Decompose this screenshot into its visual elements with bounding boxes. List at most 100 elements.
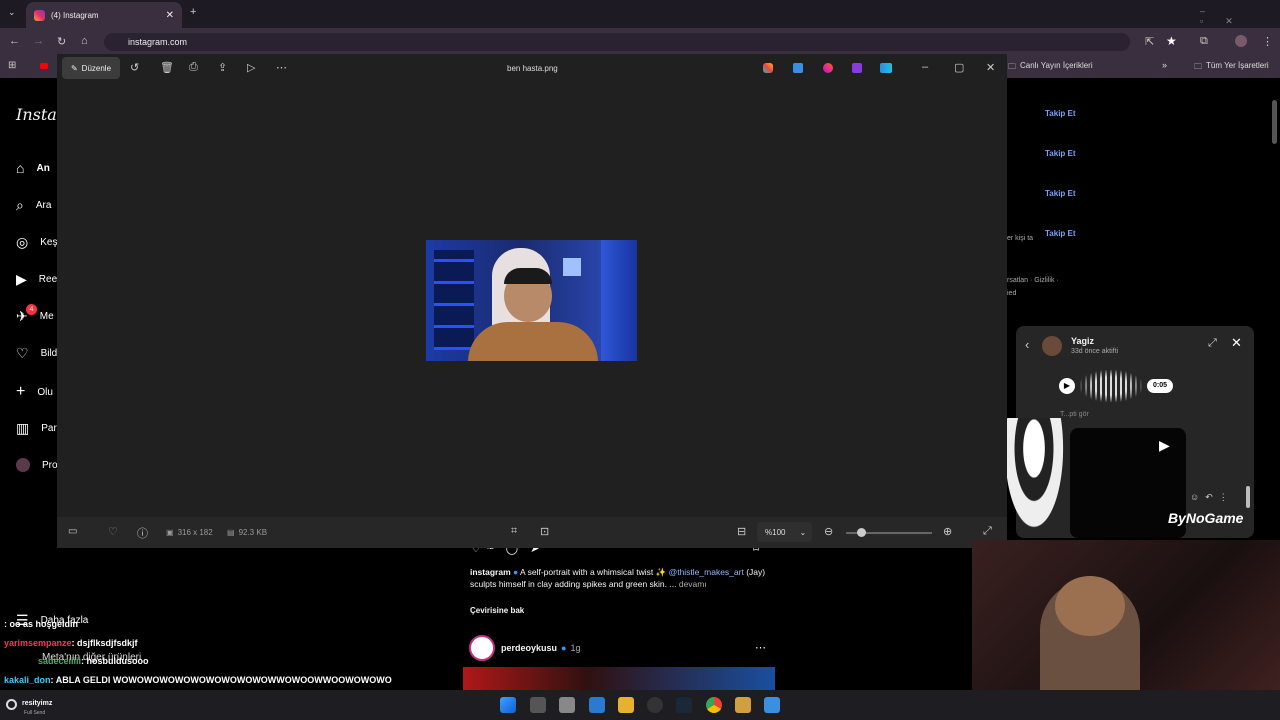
message-actions[interactable]: ☺↶⋮ (1190, 492, 1234, 503)
back-arrow-icon[interactable]: ‹ (1025, 337, 1029, 352)
image-hair (504, 268, 552, 284)
fullscreen-icon[interactable]: ⤢ (983, 525, 992, 538)
follow-button[interactable]: Takip Et (1045, 149, 1076, 158)
post-username[interactable]: perdeoykusu (501, 643, 557, 653)
bookmark-item-live[interactable]: 🗀 Canlı Yayın İçerikleri (1008, 61, 1093, 75)
windows-taskbar (0, 690, 1280, 720)
stream-brand-logo: ByNoGame (1168, 510, 1244, 526)
chrome-icon[interactable] (706, 697, 722, 713)
nav-label: Keş (40, 237, 58, 248)
caption-account[interactable]: instagram (470, 567, 511, 577)
nav-search[interactable]: ⌕ Ara (16, 197, 51, 214)
youtube-bookmark-icon[interactable] (40, 63, 48, 69)
bookmark-star-icon[interactable]: ★ (1166, 34, 1177, 48)
photos-app-icon[interactable] (589, 697, 605, 713)
follow-button[interactable]: Takip Et (1045, 109, 1076, 118)
zoom-select[interactable]: %100 ⌄ (757, 522, 812, 542)
nav-dashboard[interactable]: ▥ Par (16, 420, 57, 437)
install-app-icon[interactable]: ⇱ (1145, 35, 1154, 48)
zoom-slider-thumb[interactable] (857, 528, 866, 537)
zoom-in-icon[interactable]: ⊕ (943, 525, 952, 538)
caption-more[interactable]: devamı (679, 579, 707, 589)
delete-icon[interactable]: 🗑 (160, 61, 174, 74)
browser-menu-icon[interactable]: ⋮ (1262, 35, 1273, 48)
stream-chat-message: sadeceiiiii: hosbuldusooo (38, 656, 149, 666)
minimize-icon[interactable]: – (922, 61, 928, 73)
paint-icon[interactable] (793, 63, 803, 73)
copilot-icon[interactable] (763, 63, 773, 73)
footer-links[interactable]: rsatlan · Gizlilik · (1007, 277, 1059, 284)
more-options-icon[interactable]: ⋯ (276, 61, 287, 74)
post-options-icon[interactable]: ⋯ (755, 641, 766, 654)
obs-icon[interactable] (647, 697, 663, 713)
avatar[interactable] (469, 635, 495, 661)
info-icon[interactable]: ⓘ (137, 525, 148, 541)
reload-icon[interactable]: ↻ (57, 35, 66, 48)
file-explorer-icon[interactable] (618, 697, 634, 713)
favorite-heart-icon[interactable]: ♡ (108, 525, 118, 538)
edit-button[interactable]: ✎ Düzenle (62, 57, 120, 79)
visual-search-icon[interactable]: ⌗ (511, 525, 517, 538)
zoom-out-icon[interactable]: ⊖ (824, 525, 833, 538)
extensions-icon[interactable]: ⧉ (1200, 35, 1208, 48)
slideshow-icon[interactable]: ▷ (247, 61, 255, 74)
close-tab-icon[interactable]: ✕ (166, 10, 174, 21)
apps-grid-icon[interactable]: ⊞ (8, 60, 16, 71)
paint-app-icon[interactable] (764, 697, 780, 713)
close-window-icon[interactable]: ✕ (986, 61, 995, 74)
page-scrollbar[interactable] (1272, 100, 1277, 144)
print-icon[interactable]: ⎙ (189, 61, 198, 74)
designer-icon[interactable] (823, 63, 833, 73)
avatar[interactable] (1042, 336, 1062, 356)
onedrive-icon[interactable] (880, 63, 892, 73)
new-tab-icon[interactable]: + (190, 6, 196, 18)
rotate-icon[interactable]: ↺ (130, 61, 139, 74)
tray-app-icon[interactable] (6, 699, 17, 710)
nav-home[interactable]: ⌂ An (16, 160, 50, 176)
steam-icon[interactable] (676, 697, 692, 713)
clipchamp-icon[interactable] (852, 63, 862, 73)
snipping-icon[interactable] (559, 697, 575, 713)
tab-search-icon[interactable]: ⌄ (8, 7, 16, 18)
play-icon[interactable]: ▶ (1059, 378, 1075, 394)
expand-icon[interactable]: ⤢ (1208, 337, 1217, 350)
task-view-icon[interactable] (530, 697, 546, 713)
nav-create[interactable]: + Olu (16, 383, 53, 401)
displayed-image[interactable] (426, 240, 637, 361)
window-controls[interactable]: –▫✕ (1200, 6, 1280, 27)
forward-icon[interactable]: → (33, 35, 44, 47)
nav-notifications[interactable]: ♡ Bild (16, 345, 57, 362)
more-bookmarks-icon[interactable]: » (1162, 60, 1167, 70)
video-play-icon[interactable]: ▶ (1159, 437, 1170, 454)
fit-window-icon[interactable]: ⊟ (737, 525, 746, 538)
nav-explore[interactable]: ◎ Keş (16, 234, 57, 251)
chat-username[interactable]: Yagiz (1071, 336, 1094, 346)
nav-label: Ara (35, 200, 52, 211)
windows-start-icon[interactable] (500, 697, 516, 713)
translate-link[interactable]: Çevirisine bak (470, 606, 524, 615)
text-scan-icon[interactable]: ⊡ (540, 525, 549, 538)
maximize-icon[interactable]: ▢ (954, 61, 964, 74)
follow-button[interactable]: Takip Et (1045, 229, 1076, 238)
chat-scrollbar[interactable] (1246, 486, 1250, 508)
post-image[interactable] (463, 667, 775, 690)
post-time: 1g (570, 643, 581, 653)
follow-button[interactable]: Takip Et (1045, 189, 1076, 198)
close-icon[interactable]: ✕ (1231, 335, 1242, 351)
transcript-link[interactable]: T...pti gör (1060, 411, 1089, 418)
browser-tab[interactable]: (4) Instagram ✕ (26, 2, 182, 28)
profile-avatar[interactable] (1235, 35, 1247, 47)
back-icon[interactable]: ← (9, 35, 20, 47)
tray-username: resityimz (22, 700, 53, 707)
share-icon[interactable]: ⇪ (218, 61, 227, 74)
nav-reels[interactable]: ▶ Ree (16, 271, 57, 288)
media-app-icon[interactable] (735, 697, 751, 713)
home-icon[interactable]: ⌂ (81, 35, 88, 47)
nav-profile[interactable]: Pro (16, 458, 58, 472)
url-field[interactable]: instagram.com (104, 33, 1130, 51)
filmstrip-icon[interactable]: ▭ (68, 526, 77, 537)
bookmark-item-all[interactable]: 🗀 Tüm Yer İşaretleri (1194, 61, 1269, 75)
image-dimensions: ▣ 316 x 182 (166, 528, 213, 537)
caption-mention[interactable]: @thistle_makes_art (669, 567, 744, 577)
image-shelf-left (434, 250, 474, 350)
